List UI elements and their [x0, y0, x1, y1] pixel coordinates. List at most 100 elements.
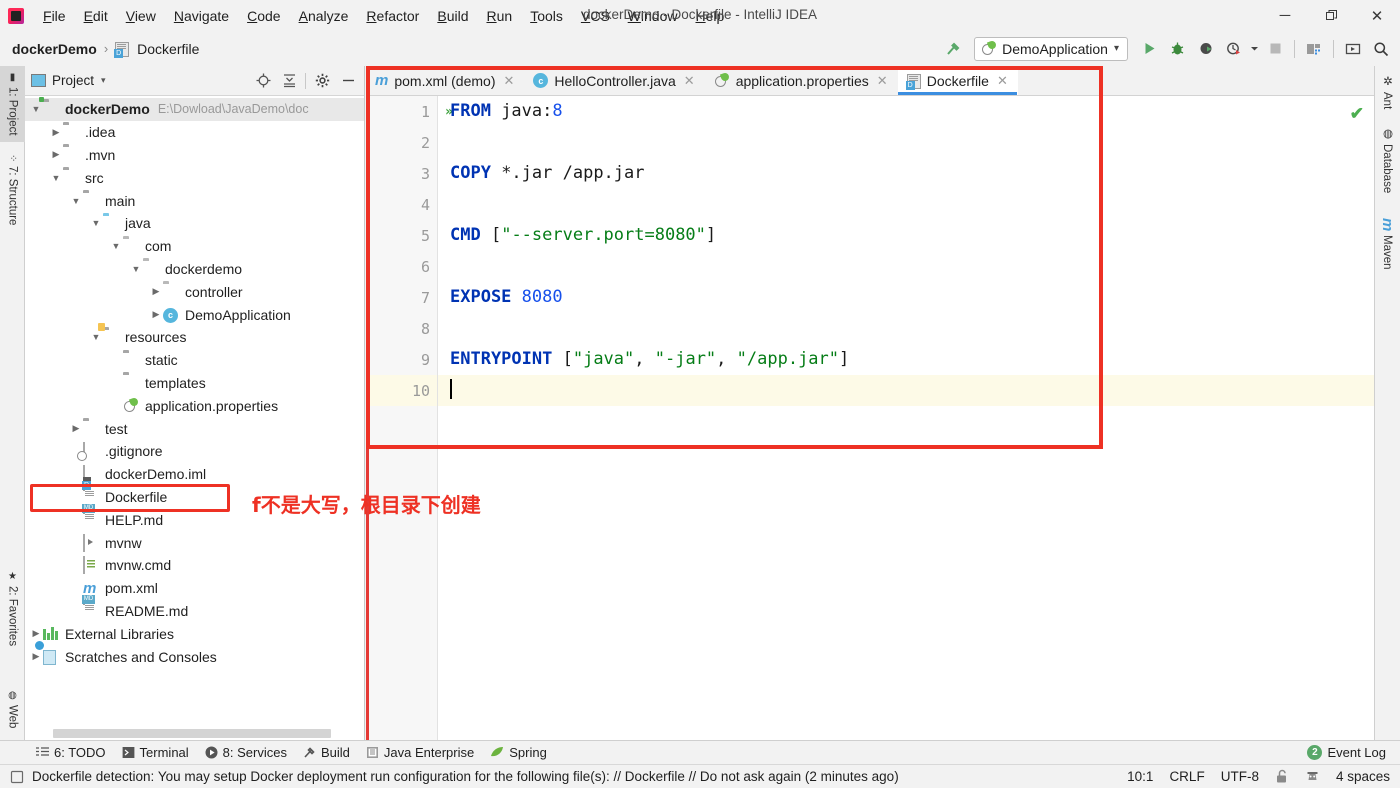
- hide-panel-icon[interactable]: [338, 71, 358, 91]
- chevron-down-icon[interactable]: [1248, 36, 1260, 62]
- menu-window[interactable]: Window: [619, 3, 687, 29]
- chevron-down-icon[interactable]: ▼: [49, 173, 63, 183]
- chevron-right-icon[interactable]: ▶: [149, 286, 163, 297]
- collapse-all-icon[interactable]: [279, 71, 299, 91]
- code-editor[interactable]: 1» 2 3 4 5 6 7 8 9 10 FROM java:8 COPY *.jar /app.…: [366, 96, 1374, 740]
- tool-window-8-services[interactable]: 8: Services: [205, 745, 287, 760]
- tree-node-dockerdemo[interactable]: ▼ dockerdemo: [25, 258, 364, 281]
- tree-node-dockerdemo-iml[interactable]: dockerDemo.iml: [25, 463, 364, 486]
- menu-help[interactable]: Help: [686, 3, 733, 29]
- chevron-down-icon[interactable]: ▼: [89, 332, 103, 342]
- project-tree[interactable]: ▼ dockerDemo E:\Dowload\JavaDemo\doc ▶ .idea…: [25, 96, 364, 740]
- notification-icon[interactable]: [10, 770, 24, 784]
- menu-edit[interactable]: Edit: [75, 3, 117, 29]
- tab-pom-xml-demo[interactable]: m pom.xml (demo) ✕: [366, 66, 524, 95]
- code-line[interactable]: ENTRYPOINT ["java", "-jar", "/app.jar"]: [450, 344, 1374, 375]
- tab-application-properties[interactable]: application.properties ✕: [705, 66, 898, 95]
- tree-node-mvnw-cmd[interactable]: mvnw.cmd: [25, 554, 364, 577]
- line-number-gutter[interactable]: 1» 2 3 4 5 6 7 8 9 10: [366, 96, 453, 740]
- menu-tools[interactable]: Tools: [521, 3, 572, 29]
- tool-window-build[interactable]: Build: [303, 745, 350, 760]
- tree-node-src[interactable]: ▼ src: [25, 166, 364, 189]
- tree-node-java[interactable]: ▼ java: [25, 212, 364, 235]
- line-number[interactable]: 1»: [366, 96, 453, 127]
- chevron-down-icon[interactable]: ▼: [29, 104, 43, 114]
- tree-node-idea[interactable]: ▶ .idea: [25, 121, 364, 144]
- menu-view[interactable]: View: [117, 3, 165, 29]
- sidebar-item-web[interactable]: ◍ Web: [0, 684, 25, 734]
- code-line[interactable]: COPY *.jar /app.jar: [450, 158, 1374, 189]
- tree-node-application-properties[interactable]: application.properties: [25, 394, 364, 417]
- chevron-down-icon[interactable]: ▾: [101, 75, 106, 86]
- close-button[interactable]: ✕: [1354, 0, 1400, 31]
- line-number[interactable]: 9: [366, 344, 437, 375]
- tree-node-resources[interactable]: ▼ resources: [25, 326, 364, 349]
- code-line[interactable]: [450, 189, 1374, 220]
- tree-node-demoapplication[interactable]: ▶ c DemoApplication: [25, 303, 364, 326]
- tree-node-external-libraries[interactable]: ▶ External Libraries: [25, 622, 364, 645]
- line-number[interactable]: 6: [366, 251, 437, 282]
- line-number[interactable]: 8: [366, 313, 437, 344]
- code-line[interactable]: [438, 375, 1374, 406]
- search-everywhere-icon[interactable]: [1368, 36, 1394, 62]
- tool-window-spring[interactable]: Spring: [490, 745, 547, 760]
- sidebar-item-maven[interactable]: m Maven: [1374, 212, 1400, 276]
- code-line[interactable]: EXPOSE 8080: [450, 282, 1374, 313]
- tree-node-com[interactable]: ▼ com: [25, 235, 364, 258]
- tree-node-scratches-and-consoles[interactable]: ▶ Scratches and Consoles: [25, 645, 364, 668]
- status-message[interactable]: Dockerfile detection: You may setup Dock…: [32, 769, 899, 784]
- line-number[interactable]: 4: [366, 189, 437, 220]
- menu-vcs[interactable]: VCS: [572, 3, 619, 29]
- tool-window-java-enterprise[interactable]: Java Enterprise: [366, 745, 474, 760]
- close-icon[interactable]: ✕: [877, 73, 888, 89]
- settings-gear-icon[interactable]: [312, 71, 332, 91]
- sidebar-item-database[interactable]: ◍ Database: [1374, 120, 1400, 199]
- line-number[interactable]: 5: [366, 220, 437, 251]
- close-icon[interactable]: ✕: [503, 73, 514, 89]
- breadcrumb-project[interactable]: dockerDemo: [12, 41, 97, 57]
- chevron-right-icon[interactable]: ▶: [29, 628, 43, 639]
- menu-code[interactable]: Code: [238, 3, 289, 29]
- event-log-button[interactable]: 2 Event Log: [1307, 745, 1386, 760]
- code-line[interactable]: FROM java:8: [450, 96, 1374, 127]
- run-coverage-icon[interactable]: [1192, 36, 1218, 62]
- tree-node-main[interactable]: ▼ main: [25, 189, 364, 212]
- code-line[interactable]: [450, 251, 1374, 282]
- chevron-right-icon[interactable]: ▶: [29, 651, 43, 662]
- file-encoding[interactable]: UTF-8: [1221, 769, 1259, 784]
- menu-navigate[interactable]: Navigate: [165, 3, 238, 29]
- menu-file[interactable]: File: [34, 3, 75, 29]
- tab-hellocontroller-java[interactable]: c HelloController.java ✕: [524, 66, 704, 95]
- line-number[interactable]: 2: [366, 127, 437, 158]
- tree-node-gitignore[interactable]: .gitignore: [25, 440, 364, 463]
- code-content[interactable]: FROM java:8 COPY *.jar /app.jar CMD ["--se…: [438, 96, 1374, 740]
- menu-analyze[interactable]: Analyze: [290, 3, 358, 29]
- unlocked-icon[interactable]: [1275, 769, 1289, 784]
- tree-node-readme-md[interactable]: MD README.md: [25, 594, 364, 623]
- locate-icon[interactable]: [253, 71, 273, 91]
- chevron-down-icon[interactable]: ▼: [109, 241, 123, 251]
- chevron-right-icon[interactable]: ▶: [149, 309, 163, 320]
- update-icon[interactable]: [1340, 36, 1366, 62]
- breadcrumb-file[interactable]: Dockerfile: [137, 41, 199, 57]
- line-number[interactable]: 7: [366, 282, 437, 313]
- tree-node-test[interactable]: ▶ test: [25, 417, 364, 440]
- chevron-down-icon[interactable]: ▼: [89, 218, 103, 228]
- menu-build[interactable]: Build: [428, 3, 477, 29]
- close-icon[interactable]: ✕: [997, 73, 1008, 89]
- menu-run[interactable]: Run: [477, 3, 521, 29]
- tool-window-6-todo[interactable]: 6: TODO: [36, 745, 106, 760]
- tree-node-controller[interactable]: ▶ controller: [25, 280, 364, 303]
- sidebar-item-ant[interactable]: ✲ Ant: [1374, 68, 1400, 115]
- line-separator[interactable]: CRLF: [1169, 769, 1204, 784]
- sidebar-item-favorites[interactable]: ★ 2: Favorites: [0, 565, 25, 652]
- scrollbar-thumb[interactable]: [53, 729, 331, 738]
- tree-node-pom-xml[interactable]: m pom.xml: [25, 577, 364, 600]
- chevron-right-icon[interactable]: ▶: [49, 149, 63, 160]
- git-branch-icon[interactable]: [1305, 769, 1320, 784]
- line-number[interactable]: 10: [366, 375, 437, 406]
- debug-icon[interactable]: [1164, 36, 1190, 62]
- close-icon[interactable]: ✕: [684, 73, 695, 89]
- line-number[interactable]: 3: [366, 158, 437, 189]
- tool-window-terminal[interactable]: Terminal: [122, 745, 189, 760]
